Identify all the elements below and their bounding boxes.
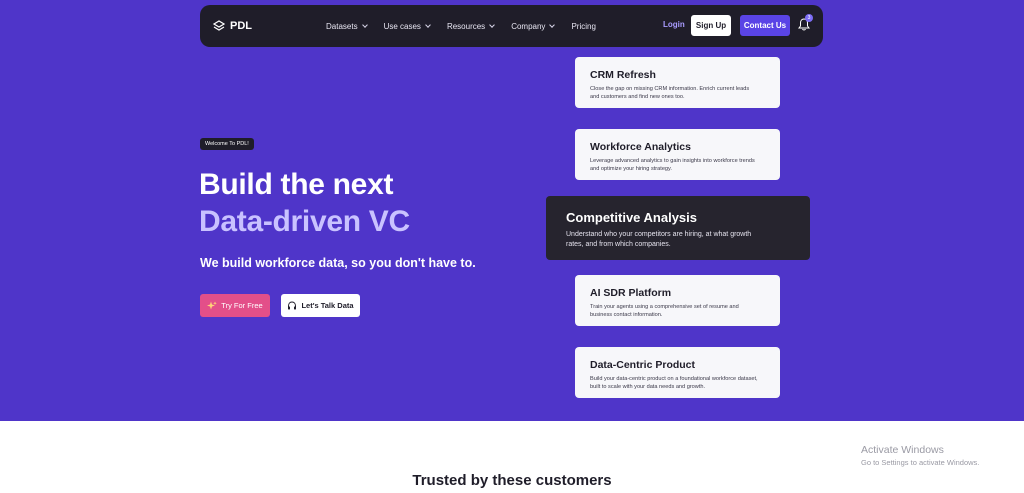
card-title: Competitive Analysis [566,210,698,225]
pdl-logo-icon [213,20,225,31]
nav-links: Datasets Use cases Resources Company Pri… [326,5,596,47]
login-link[interactable]: Login [663,20,685,29]
use-case-card-data-centric-product[interactable]: Data-Centric Product Build your data-cen… [575,347,780,398]
headline-line-2: Data-driven VC [199,205,410,238]
use-case-card-competitive-analysis[interactable]: Competitive Analysis Understand who your… [546,196,810,260]
logo-text: PDL [230,20,252,32]
card-title: CRM Refresh [590,69,656,81]
chevron-down-icon [489,22,496,28]
nav-item-use-cases[interactable]: Use cases [384,22,431,31]
card-description: Close the gap on missing CRM information… [590,86,750,101]
nav-item-datasets[interactable]: Datasets [326,22,368,31]
top-nav: PDL Datasets Use cases Resources Company… [200,5,823,47]
signup-button[interactable]: Sign Up [691,15,731,36]
watermark-line-1: Activate Windows [861,444,944,456]
use-case-card-workforce-analytics[interactable]: Workforce Analytics Leverage advanced an… [575,129,780,180]
card-title: Data-Centric Product [590,359,696,371]
card-description: Leverage advanced analytics to gain insi… [590,158,755,173]
headset-icon [288,300,297,309]
chevron-down-icon [549,22,556,28]
subheadline: We build workforce data, so you don't ha… [200,256,476,270]
nav-item-company[interactable]: Company [511,22,556,31]
watermark-line-2: Go to Settings to activate Windows. [861,458,980,467]
card-title: Workforce Analytics [590,141,691,153]
trusted-customers-heading: Trusted by these customers [412,472,612,489]
card-description: Build your data-centric product on a fou… [590,376,758,391]
lets-talk-data-button[interactable]: Let's Talk Data [281,294,360,317]
chevron-down-icon [361,22,368,28]
card-title: AI SDR Platform [590,287,672,299]
nav-item-resources[interactable]: Resources [447,22,496,31]
card-description: Understand who your competitors are hiri… [566,231,752,249]
contact-us-button[interactable]: Contact Us [740,15,790,36]
headline-line-1: Build the next [199,168,394,201]
use-case-card-crm-refresh[interactable]: CRM Refresh Close the gap on missing CRM… [575,57,780,108]
hero-section [0,0,1024,421]
notifications-button[interactable]: 3 [798,14,813,32]
activate-windows-watermark: Activate Windows Go to Settings to activ… [861,444,979,467]
use-case-card-ai-sdr-platform[interactable]: AI SDR Platform Train your agents using … [575,275,780,326]
card-description: Train your agents using a comprehensive … [590,304,739,319]
welcome-badge: Welcome To PDL! [200,138,254,150]
try-for-free-button[interactable]: Try For Free [200,294,270,317]
nav-item-pricing[interactable]: Pricing [571,22,595,31]
sparkle-icon [207,301,218,309]
pdl-logo[interactable]: PDL [213,5,252,47]
notification-count-badge: 3 [805,14,813,22]
chevron-down-icon [425,22,431,28]
